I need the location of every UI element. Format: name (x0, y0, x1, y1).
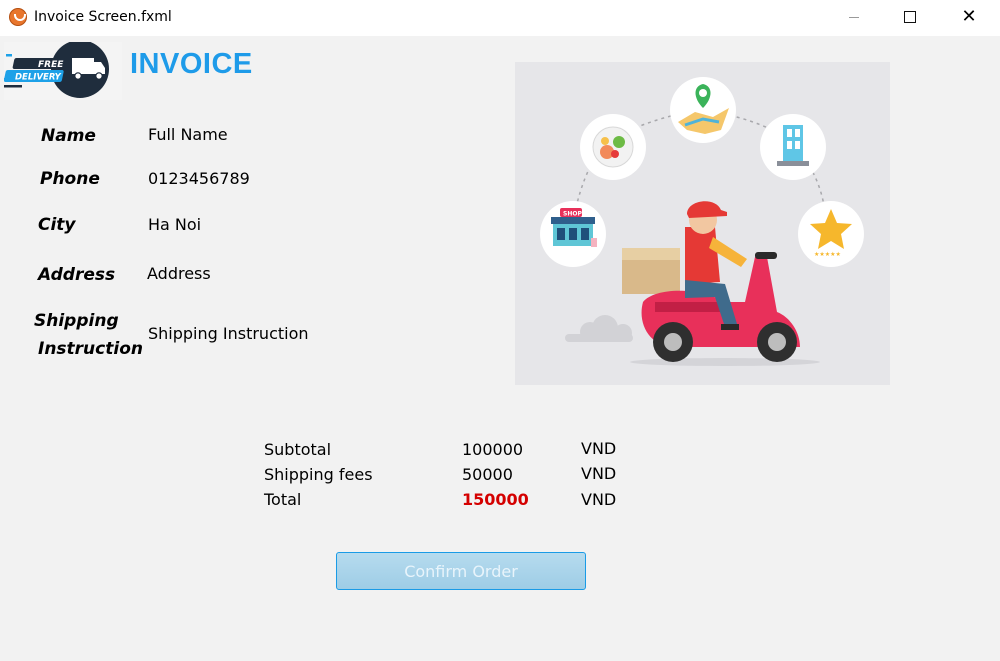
city-value: Ha Noi (148, 215, 202, 234)
shipping-fees-currency: VND (581, 464, 617, 483)
shipping-label-line1: Shipping (34, 311, 119, 331)
free-delivery-logo: FREE DELIVERY (4, 42, 122, 100)
minimize-icon (849, 16, 859, 18)
maximize-icon (904, 11, 916, 23)
map-pin-icon (670, 77, 736, 143)
address-value: Address (147, 264, 211, 283)
subtotal-label: Subtotal (264, 440, 332, 459)
close-button[interactable]: ✕ (946, 0, 992, 34)
delivery-illustration: SHOP ★★★★★ (515, 62, 890, 385)
phone-label: Phone (40, 169, 100, 189)
logo-line1: FREE (38, 60, 64, 70)
shipping-fees-label: Shipping fees (264, 465, 373, 484)
subtotal-value: 100000 (462, 440, 524, 459)
shop-icon: SHOP (540, 201, 606, 267)
app-icon (9, 8, 27, 26)
food-icon (580, 114, 646, 180)
close-icon: ✕ (961, 6, 977, 27)
star-rating-icon: ★★★★★ (798, 201, 864, 267)
total-currency: VND (581, 490, 617, 509)
total-label: Total (264, 490, 302, 509)
logo-line2: DELIVERY (15, 73, 62, 83)
window-title: Invoice Screen.fxml (34, 9, 172, 25)
shipping-instruction-value: Shipping Instruction (148, 324, 309, 343)
city-label: City (38, 215, 76, 235)
svg-text:★★★★★: ★★★★★ (814, 251, 841, 258)
name-value: Full Name (148, 125, 228, 144)
minimize-button[interactable] (831, 0, 877, 34)
window-titlebar: Invoice Screen.fxml ✕ (0, 0, 1000, 36)
building-icon (760, 114, 826, 180)
total-value: 150000 (462, 490, 529, 509)
name-label: Name (41, 126, 96, 146)
shop-sign: SHOP (563, 211, 582, 218)
confirm-order-button[interactable]: Confirm Order (336, 552, 586, 590)
address-label: Address (38, 265, 116, 285)
phone-value: 0123456789 (148, 169, 250, 188)
shipping-fees-value: 50000 (462, 465, 513, 484)
shipping-label-line2: Instruction (38, 339, 143, 359)
maximize-button[interactable] (887, 0, 933, 34)
page-title: INVOICE (130, 48, 253, 80)
subtotal-currency: VND (581, 439, 617, 458)
